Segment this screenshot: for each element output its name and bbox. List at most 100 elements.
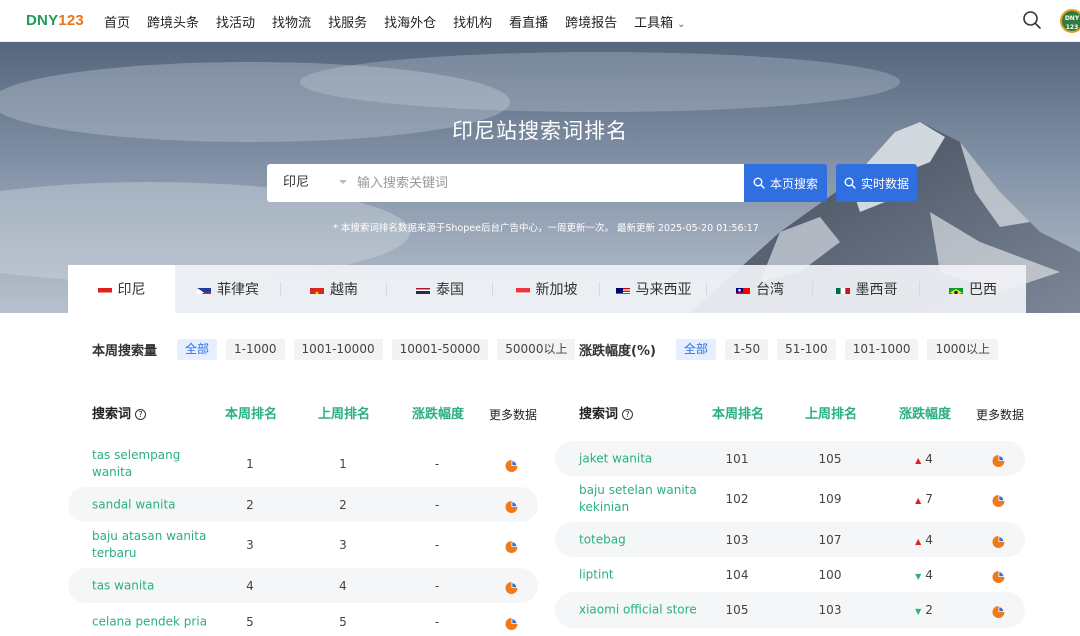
arrow-down-icon: ▼	[915, 571, 922, 581]
this-week-rank: 2	[246, 497, 254, 512]
pie-chart-icon[interactable]	[505, 458, 518, 472]
table-row: liptint 104 100 ▼ 4	[555, 557, 1025, 592]
mx-flag-icon	[835, 285, 850, 294]
tab-vn[interactable]: ★ 越南	[281, 265, 387, 313]
change-filter-chip[interactable]: 1-50	[724, 338, 769, 360]
nav-item-label: 首页	[104, 15, 131, 31]
change-filter-chip[interactable]: 1000以上	[927, 338, 999, 360]
keyword-link[interactable]: sandal wanita	[92, 496, 212, 513]
tab-my[interactable]: 马来西亚	[600, 265, 707, 313]
rank-change-value: 2	[925, 603, 933, 617]
keyword-link[interactable]: totebag	[579, 531, 699, 548]
tab-sg[interactable]: 新加坡	[493, 265, 600, 313]
nav-item[interactable]: 工具箱 ⌄	[634, 12, 685, 31]
help-icon[interactable]: ?	[622, 409, 634, 420]
last-week-rank: 103	[818, 603, 842, 617]
pie-chart-icon[interactable]	[505, 498, 518, 513]
column-header-last-week[interactable]: 上周排名	[318, 400, 370, 430]
nav-item[interactable]: 跨境报告	[565, 12, 617, 31]
pie-chart-icon[interactable]	[992, 568, 1005, 583]
pie-chart-icon[interactable]	[505, 579, 518, 594]
live-data-button[interactable]: 实时数据	[836, 164, 917, 202]
pie-chart-icon[interactable]	[992, 604, 1005, 618]
nav-item[interactable]: 找机构	[453, 12, 492, 31]
rank-change-value: -	[434, 457, 440, 471]
nav-item[interactable]: 找物流	[272, 12, 311, 31]
arrow-down-icon: ▼	[915, 607, 922, 616]
nav-item[interactable]: 找活动	[216, 12, 255, 31]
keyword-link[interactable]: xiaomi official store	[579, 602, 699, 619]
my-flag-icon	[615, 285, 630, 294]
keyword-link[interactable]: tas selempang wanita	[92, 447, 212, 481]
nav-item[interactable]: 找海外仓	[384, 12, 436, 31]
column-header-this-week[interactable]: 本周排名	[712, 400, 764, 430]
tab-label: 印尼	[117, 282, 146, 298]
pie-chart-icon[interactable]	[992, 533, 1005, 548]
keyword-header-label: 搜索词	[579, 407, 619, 422]
keyword-link[interactable]: jaket wanita	[579, 450, 699, 467]
table-row: totebag 103 107 ▲ 4	[555, 522, 1025, 557]
chevron-down-icon: ⌄	[677, 18, 686, 30]
last-week-rank: 4	[339, 578, 347, 593]
rank-change-value: -	[434, 538, 440, 552]
search-icon[interactable]	[1022, 10, 1042, 30]
column-header-this-week[interactable]: 本周排名	[225, 400, 277, 430]
keyword-header-label: 搜索词	[92, 407, 132, 422]
tab-id[interactable]: 印尼	[68, 265, 175, 313]
keyword-link[interactable]: tas wanita	[92, 577, 212, 594]
chevron-down-icon[interactable]	[339, 180, 347, 184]
pie-chart-icon[interactable]	[992, 452, 1005, 467]
last-week-rank: 5	[339, 614, 347, 629]
nav-item[interactable]: 首页	[104, 12, 130, 31]
keyword-link[interactable]: baju atasan wanita terbaru	[92, 528, 212, 562]
volume-filter-chip[interactable]: 1001-10000	[293, 338, 383, 360]
this-week-rank: 101	[725, 451, 749, 466]
pie-chart-icon[interactable]	[505, 539, 518, 553]
change-filter-chip[interactable]: 全部	[675, 338, 716, 360]
tab-label: 台湾	[756, 282, 784, 298]
column-header-last-week[interactable]: 上周排名	[805, 400, 857, 430]
site-logo[interactable]: DNY123	[26, 12, 84, 29]
arrow-up-icon: ▲	[915, 496, 922, 505]
keyword-link[interactable]: baju setelan wanita kekinian	[579, 482, 699, 516]
avatar[interactable]: DNY 123	[1060, 9, 1080, 33]
volume-filter-chip[interactable]: 10001-50000	[391, 338, 489, 360]
page-search-button[interactable]: 本页搜索	[744, 164, 827, 202]
tab-mx[interactable]: 墨西哥	[813, 265, 920, 313]
volume-filter-chip[interactable]: 全部	[177, 338, 218, 360]
pie-chart-icon[interactable]	[992, 493, 1005, 507]
tab-label: 墨西哥	[855, 282, 898, 298]
column-header-change[interactable]: 涨跌幅度	[899, 400, 951, 430]
country-select[interactable]: 印尼	[283, 164, 309, 202]
help-icon[interactable]: ?	[135, 409, 147, 420]
pie-chart-icon[interactable]	[505, 615, 518, 630]
rank-change: ▲ 4	[904, 452, 944, 466]
change-filter-chip[interactable]: 101-1000	[844, 338, 919, 360]
br-flag-icon	[949, 285, 963, 294]
search-input[interactable]	[357, 169, 727, 197]
rank-change: ▲ 7	[904, 492, 944, 506]
nav-item-label: 看直播	[509, 15, 549, 31]
keyword-link[interactable]: celana pendek pria	[92, 613, 212, 630]
tab-br[interactable]: 巴西	[920, 265, 1026, 313]
live-data-label: 实时数据	[860, 176, 909, 191]
volume-filter-chip[interactable]: 50000以上	[497, 338, 576, 360]
nav-item[interactable]: 跨境头条	[147, 12, 199, 31]
tab-label: 泰国	[436, 282, 464, 298]
nav-item[interactable]: 找服务	[328, 12, 367, 31]
column-header-change[interactable]: 涨跌幅度	[412, 400, 464, 430]
nav-item[interactable]: 看直播	[509, 12, 548, 31]
main-nav: 首页 跨境头条 找活动 找物流 找服务 找海外仓 找机构 看直播 跨境报告 工具箱 ⌄	[104, 0, 703, 42]
tab-th[interactable]: 泰国	[387, 265, 493, 313]
change-filter-chip[interactable]: 51-100	[777, 338, 836, 360]
tab-label: 越南	[330, 282, 358, 298]
search-icon	[753, 177, 765, 189]
volume-filter-chip[interactable]: 1-1000	[226, 338, 285, 360]
nav-item-label: 找活动	[216, 15, 256, 31]
keyword-link[interactable]: liptint	[579, 566, 699, 583]
rank-change-value: -	[434, 578, 440, 593]
tab-tw[interactable]: 台湾	[707, 265, 813, 313]
rank-change: ▼ 4	[904, 568, 944, 582]
last-week-rank: 105	[818, 451, 842, 466]
tab-ph[interactable]: 菲律宾	[175, 265, 281, 313]
